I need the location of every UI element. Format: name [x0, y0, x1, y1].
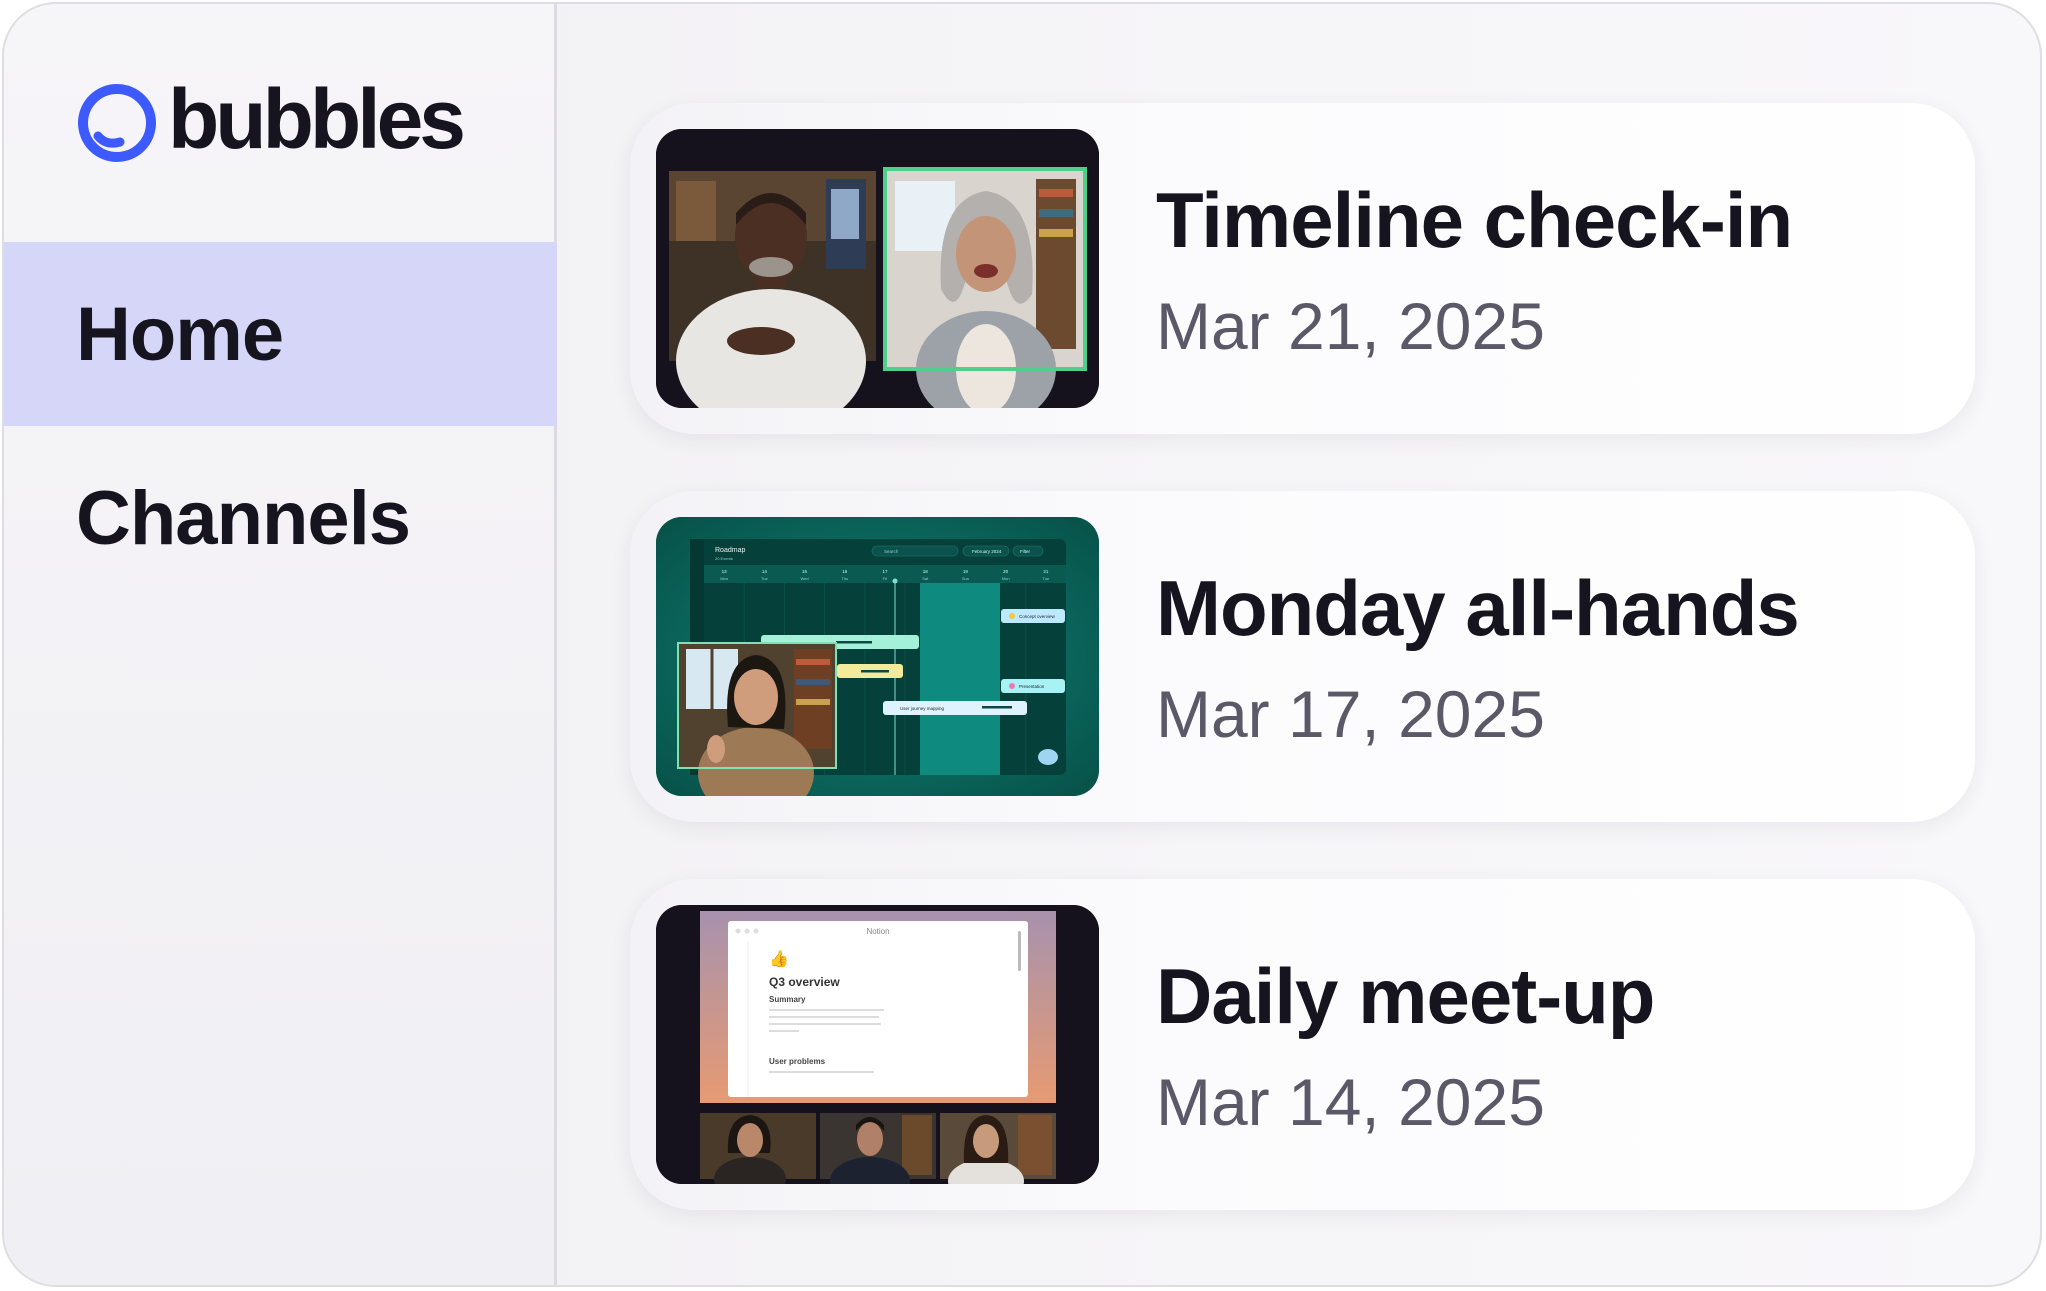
- event-label: Presentation: [1019, 684, 1045, 689]
- screen-section-user-problems: User problems: [769, 1057, 826, 1066]
- meeting-card[interactable]: Roadmap 20 Events Search February 2024 F…: [630, 491, 1975, 822]
- day-number: 15: [802, 569, 808, 574]
- meeting-title: Timeline check-in: [1156, 176, 1793, 264]
- participant-video-tile: [677, 642, 837, 796]
- day-label: Sun: [962, 576, 969, 581]
- participant-video-tile: [669, 171, 876, 408]
- logo[interactable]: bubbles: [76, 72, 466, 166]
- day-label: Fri: [883, 576, 888, 581]
- sidebar-item-home[interactable]: Home: [4, 242, 557, 426]
- screen-app-title: Roadmap: [715, 547, 745, 554]
- day-number: 21: [1043, 569, 1049, 574]
- sidebar-item-channels[interactable]: Channels: [4, 426, 557, 610]
- meeting-title: Daily meet-up: [1156, 952, 1655, 1040]
- day-label: Tue: [761, 576, 769, 581]
- meeting-date: Mar 14, 2025: [1156, 1065, 1545, 1139]
- day-number: 19: [963, 569, 969, 574]
- day-label: Sat: [922, 576, 929, 581]
- screen-subtitle: 20 Events: [715, 556, 733, 561]
- meeting-thumbnail: [656, 129, 1099, 408]
- emoji-icon: 👍: [769, 949, 789, 968]
- meeting-card[interactable]: Notion 👍 Q3 overview Summary User proble…: [630, 879, 1975, 1210]
- day-number: 13: [722, 569, 728, 574]
- day-label: Tue: [1043, 576, 1051, 581]
- meeting-card[interactable]: Timeline check-in Mar 21, 2025: [630, 103, 1975, 434]
- day-number: 16: [842, 569, 848, 574]
- day-label: Wed: [800, 576, 808, 581]
- screen-doc-title: Q3 overview: [769, 975, 840, 989]
- meeting-list: Timeline check-in Mar 21, 2025 Roadmap 2…: [557, 4, 2040, 1285]
- sidebar-item-label: Home: [76, 291, 284, 377]
- logo-text: bubbles: [168, 72, 466, 166]
- meeting-date: Mar 21, 2025: [1156, 289, 1545, 363]
- day-number: 18: [923, 569, 929, 574]
- event-label: User journey mapping: [900, 706, 945, 711]
- bubbles-logo-icon: [76, 82, 158, 164]
- day-label: Mon: [1002, 576, 1010, 581]
- day-number: 20: [1003, 569, 1009, 574]
- screen-window-title: Notion: [866, 927, 889, 936]
- sidebar-item-label: Channels: [76, 475, 411, 561]
- participant-video-tile: [700, 1113, 816, 1184]
- screen-section-summary: Summary: [769, 995, 806, 1004]
- participant-video-tile: [820, 1113, 936, 1184]
- screen-filter: Filter: [1020, 549, 1031, 554]
- day-label: Thu: [841, 576, 848, 581]
- day-number: 14: [762, 569, 768, 574]
- screen-search: Search: [884, 549, 899, 554]
- meeting-thumbnail: Notion 👍 Q3 overview Summary User proble…: [656, 905, 1099, 1184]
- sidebar: bubbles Home Channels: [4, 4, 557, 1285]
- screen-date-range: February 2024: [972, 549, 1002, 554]
- event-label: Concept overview: [1019, 614, 1056, 619]
- meeting-date: Mar 17, 2025: [1156, 677, 1545, 751]
- app-window: bubbles Home Channels Timeline check-in …: [2, 2, 2042, 1287]
- participant-video-tile: [940, 1113, 1056, 1184]
- day-number: 17: [882, 569, 888, 574]
- day-label: Mon: [720, 576, 728, 581]
- meeting-title: Monday all-hands: [1156, 564, 1800, 652]
- meeting-thumbnail: Roadmap 20 Events Search February 2024 F…: [656, 517, 1099, 796]
